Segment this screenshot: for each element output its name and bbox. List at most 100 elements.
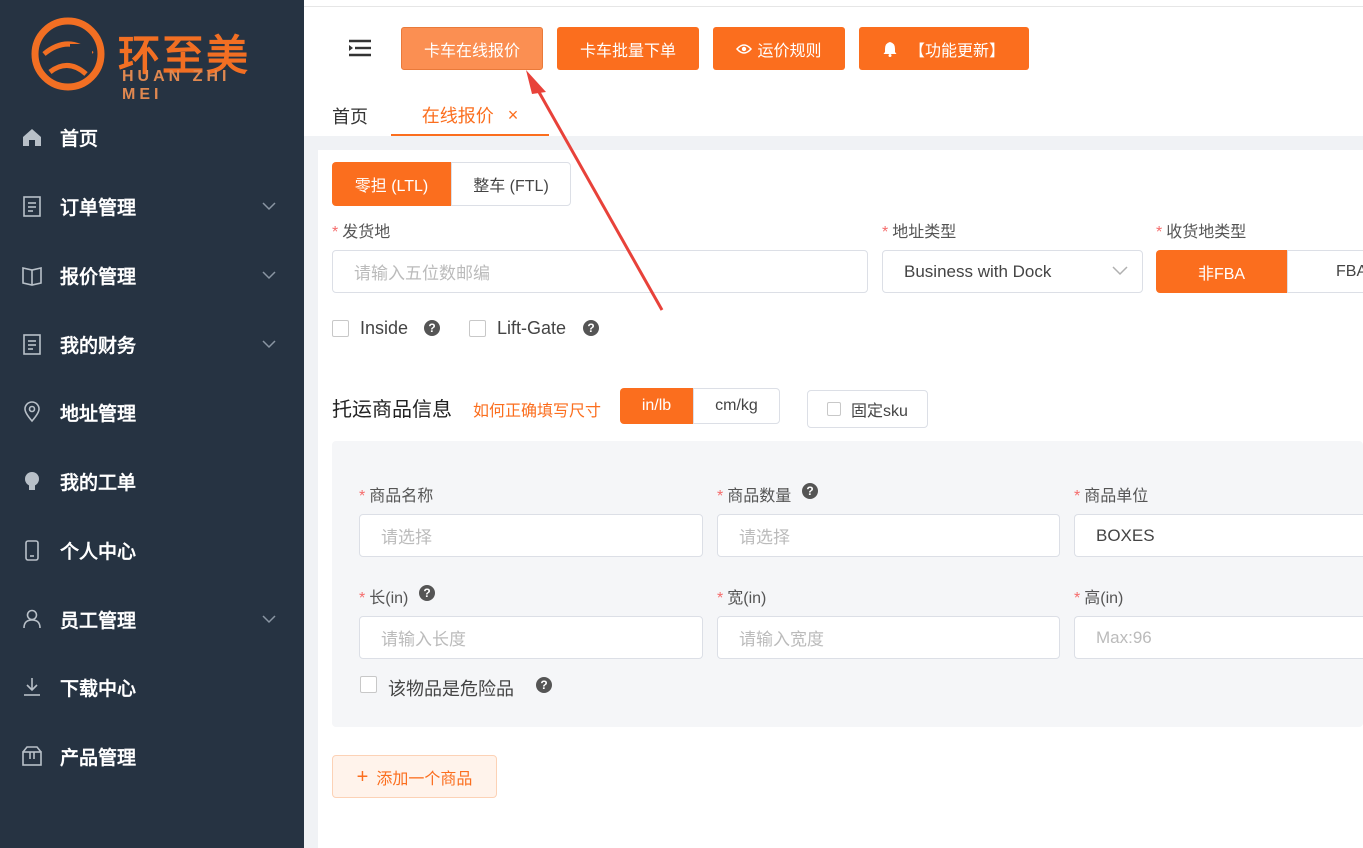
tab-close-icon[interactable]: × bbox=[508, 105, 519, 126]
unit-in-lb-button[interactable]: in/lb bbox=[620, 388, 693, 424]
batch-order-label: 卡车批量下单 bbox=[579, 42, 676, 60]
top-divider bbox=[304, 6, 1363, 7]
plus-icon: + bbox=[356, 765, 369, 788]
sidebar-item-orders[interactable]: 订单管理 bbox=[0, 176, 304, 236]
goods-unit-label: * 商品单位 bbox=[1074, 488, 1149, 505]
chevron-down-icon bbox=[1112, 266, 1128, 276]
document-icon bbox=[20, 194, 44, 218]
book-icon bbox=[20, 263, 44, 287]
sidebar-item-home[interactable]: 首页 bbox=[0, 107, 304, 167]
dest-type-label: * 收货地类型 bbox=[1156, 224, 1247, 241]
hazmat-checkbox[interactable] bbox=[360, 676, 377, 693]
sidebar-item-finance[interactable]: 我的财务 bbox=[0, 314, 304, 374]
pricing-rules-button[interactable]: 运价规则 bbox=[713, 27, 845, 70]
liftgate-label: Lift-Gate bbox=[497, 318, 567, 338]
help-icon[interactable]: ? bbox=[583, 320, 599, 336]
address-type-select[interactable]: Business with Dock bbox=[882, 250, 1143, 293]
help-icon[interactable]: ? bbox=[419, 585, 435, 601]
height-label: * 高(in) bbox=[1074, 590, 1124, 607]
mode-ftl-button[interactable]: 整车 (FTL) bbox=[451, 162, 571, 206]
home-icon bbox=[20, 125, 44, 149]
goods-name-placeholder: 请选择 bbox=[381, 528, 432, 547]
add-goods-label: 添加一个商品 bbox=[376, 770, 473, 788]
origin-zip-input[interactable]: 请输入五位数邮编 bbox=[332, 250, 868, 293]
goods-qty-placeholder: 请选择 bbox=[739, 528, 790, 547]
address-type-label: * 地址类型 bbox=[882, 224, 957, 241]
tab-online-quote[interactable]: 在线报价 × bbox=[391, 96, 549, 136]
sidebar-item-label: 我的工单 bbox=[60, 472, 137, 494]
user-icon bbox=[20, 607, 44, 631]
goods-qty-label: * 商品数量 bbox=[717, 488, 792, 505]
length-label: * 长(in) bbox=[359, 590, 409, 607]
address-type-value: Business with Dock bbox=[904, 261, 1052, 281]
sidebar-item-address[interactable]: 地址管理 bbox=[0, 382, 304, 442]
fixed-sku-checkbox[interactable] bbox=[827, 402, 842, 416]
dest-fba-button[interactable]: FBA bbox=[1287, 250, 1363, 293]
feature-updates-button[interactable]: 【功能更新】 bbox=[859, 27, 1029, 70]
tab-home[interactable]: 首页 bbox=[332, 96, 368, 136]
online-quote-label: 卡车在线报价 bbox=[423, 42, 520, 60]
sidebar-item-staff[interactable]: 员工管理 bbox=[0, 589, 304, 649]
liftgate-checkbox[interactable] bbox=[469, 320, 486, 337]
eye-icon bbox=[736, 43, 753, 55]
bell-icon bbox=[883, 41, 897, 57]
inside-label: Inside bbox=[360, 318, 409, 338]
help-icon[interactable]: ? bbox=[802, 483, 818, 499]
unit-in-lb-label: in/lb bbox=[641, 397, 672, 414]
goods-unit-select[interactable]: BOXES bbox=[1074, 514, 1363, 557]
origin-label: * 发货地 bbox=[332, 224, 391, 241]
goods-qty-input[interactable]: 请选择 bbox=[717, 514, 1060, 557]
unit-cm-kg-button[interactable]: cm/kg bbox=[693, 388, 780, 424]
sidebar-item-quotes[interactable]: 报价管理 bbox=[0, 245, 304, 305]
unit-cm-kg-label: cm/kg bbox=[715, 397, 758, 414]
chevron-down-icon bbox=[262, 333, 276, 355]
mode-ftl-label: 整车 (FTL) bbox=[473, 178, 549, 195]
add-goods-button[interactable]: + 添加一个商品 bbox=[332, 755, 497, 798]
sidebar-item-label: 首页 bbox=[60, 128, 99, 150]
goods-name-select[interactable]: 请选择 bbox=[359, 514, 703, 557]
help-icon[interactable]: ? bbox=[536, 677, 552, 693]
width-placeholder: 请输入宽度 bbox=[739, 630, 824, 649]
inside-checkbox[interactable] bbox=[332, 320, 349, 337]
goods-name-label: * 商品名称 bbox=[359, 488, 434, 505]
dest-fba-label: FBA bbox=[1336, 262, 1363, 280]
phone-icon bbox=[20, 538, 44, 562]
brand-sub: HUAN ZHI MEI bbox=[122, 68, 231, 103]
sidebar-item-label: 员工管理 bbox=[60, 610, 137, 632]
dest-non-fba-button[interactable]: 非FBA bbox=[1156, 250, 1287, 293]
chevron-down-icon bbox=[262, 608, 276, 630]
fixed-sku-toggle[interactable]: 固定sku bbox=[807, 390, 928, 428]
chevron-down-icon bbox=[262, 195, 276, 217]
mode-ltl-button[interactable]: 零担 (LTL) bbox=[332, 162, 451, 206]
menu-toggle-icon[interactable] bbox=[348, 38, 372, 58]
length-input[interactable]: 请输入长度 bbox=[359, 616, 703, 659]
tab-home-label: 首页 bbox=[332, 107, 368, 127]
goods-title: 托运商品信息 bbox=[332, 399, 452, 421]
sidebar-item-profile[interactable]: 个人中心 bbox=[0, 520, 304, 580]
sidebar-item-label: 产品管理 bbox=[60, 747, 137, 769]
bulb-icon bbox=[20, 469, 44, 493]
size-help-link[interactable]: 如何正确填写尺寸 bbox=[473, 397, 601, 421]
tab-online-quote-label: 在线报价 bbox=[421, 106, 494, 126]
sidebar-item-label: 个人中心 bbox=[60, 541, 137, 563]
batch-order-button[interactable]: 卡车批量下单 bbox=[557, 27, 699, 70]
origin-zip-placeholder: 请输入五位数邮编 bbox=[354, 264, 490, 283]
hazmat-label: 该物品是危险品 bbox=[388, 679, 514, 699]
online-quote-button[interactable]: 卡车在线报价 bbox=[401, 27, 543, 70]
document-icon bbox=[20, 332, 44, 356]
location-icon bbox=[20, 400, 44, 424]
height-input[interactable]: Max:96 bbox=[1074, 616, 1363, 659]
sidebar: 环至美 HUAN ZHI MEI 首页 订单管理 报价管理 我的财务 地址管理 bbox=[0, 0, 304, 848]
sidebar-item-label: 下载中心 bbox=[60, 678, 137, 700]
sidebar-item-downloads[interactable]: 下载中心 bbox=[0, 657, 304, 717]
help-icon[interactable]: ? bbox=[424, 320, 440, 336]
download-icon bbox=[20, 675, 44, 699]
globe-logo-icon bbox=[31, 17, 105, 91]
sidebar-item-label: 报价管理 bbox=[60, 266, 137, 288]
sidebar-item-tickets[interactable]: 我的工单 bbox=[0, 451, 304, 511]
width-input[interactable]: 请输入宽度 bbox=[717, 616, 1060, 659]
sidebar-item-products[interactable]: 产品管理 bbox=[0, 726, 304, 786]
dest-non-fba-label: 非FBA bbox=[1197, 265, 1246, 283]
height-placeholder: Max:96 bbox=[1096, 627, 1152, 647]
fixed-sku-label: 固定sku bbox=[851, 403, 908, 420]
